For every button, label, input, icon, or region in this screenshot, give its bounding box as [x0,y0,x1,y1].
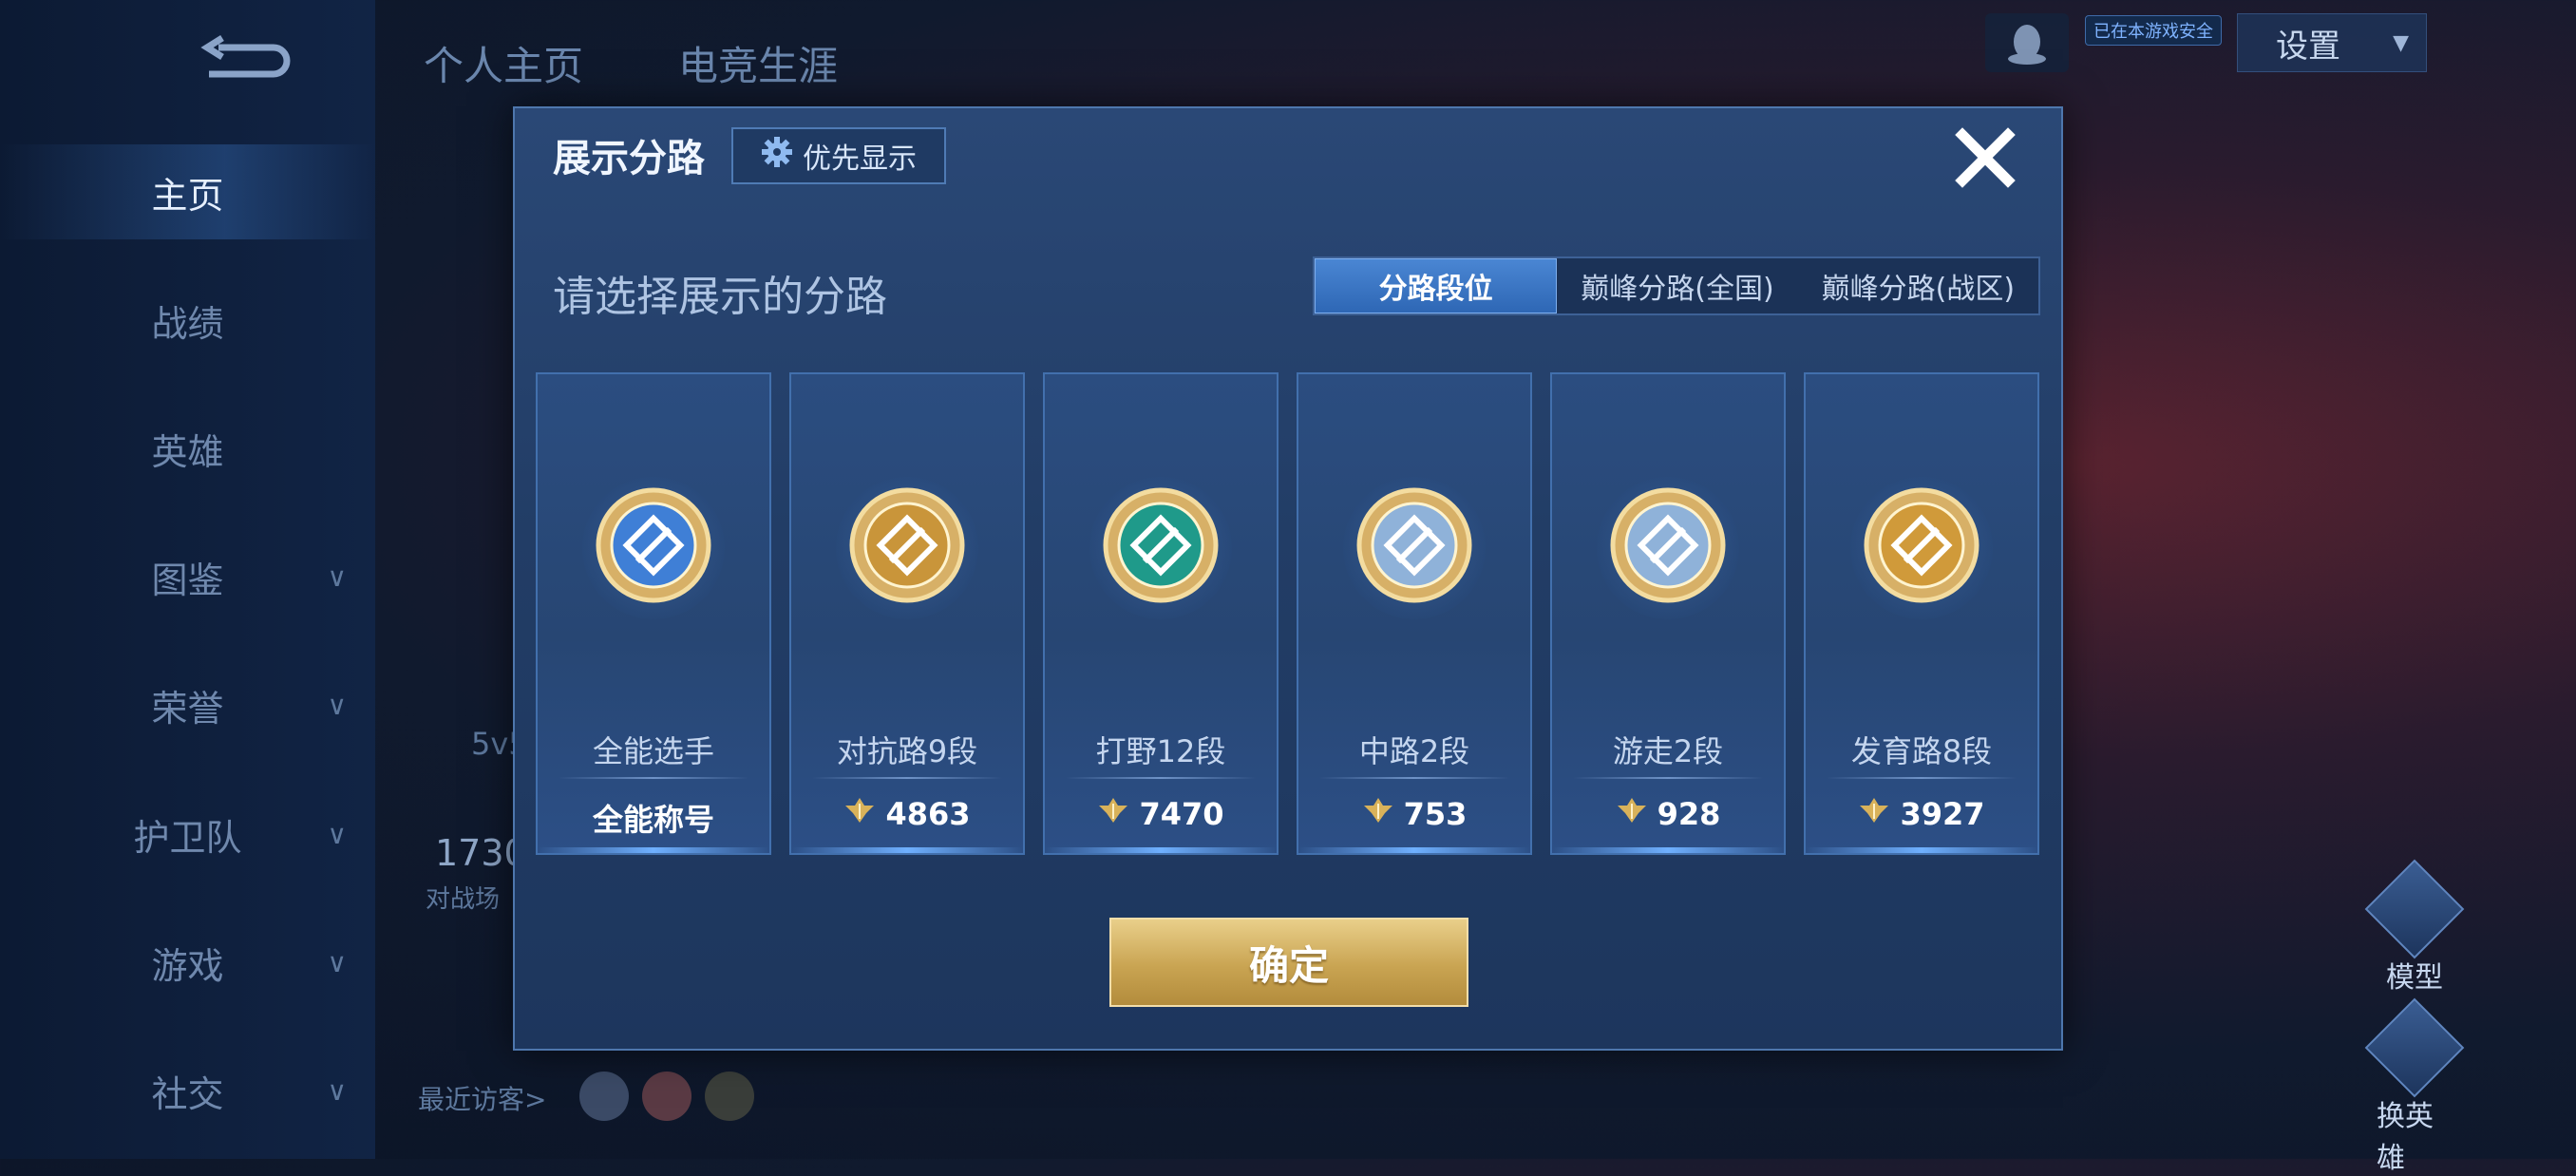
rank-points-icon [1097,796,1129,832]
qq-icon[interactable] [1985,13,2069,72]
model-label: 模型 [2386,961,2443,995]
tab-peak-national[interactable]: 巅峰分路(全国) [1557,258,1797,313]
settings-button[interactable]: 设置 ▼ [2237,13,2427,72]
mid-lane-badge-icon [1343,477,1486,619]
back-icon[interactable] [190,32,294,89]
rank-points-icon [1858,796,1890,832]
tab-profile[interactable]: 个人主页 [424,34,583,92]
tab-esports-career[interactable]: 电竞生涯 [678,34,838,92]
lane-rank-label: 发育路8段 [1850,733,1993,769]
recent-visitors-link[interactable]: 最近访客> [418,1079,546,1117]
security-tag: 已在本游戏安全 [2085,15,2222,46]
chevron-down-icon: ▼ [2393,30,2409,55]
divider [1319,777,1509,779]
confirm-button[interactable]: 确定 [1109,918,1468,1007]
lane-display-dialog: 展示分路 优先显示 请选择展示的分路 分路段位 巅峰分路(全国) 巅峰分路(战区… [513,106,2063,1051]
jungle-badge-icon [1089,477,1232,619]
sidebar-item[interactable]: 英雄 [0,401,375,496]
divider [1066,777,1256,779]
sidebar-item-label: 主页 [151,174,224,217]
sidebar-item-label: 社交 [151,1072,224,1115]
switch-hero-button[interactable]: 换英雄 [2364,997,2465,1176]
lane-card[interactable]: 中路2段 753 [1297,372,1532,855]
dialog-subtitle: 请选择展示的分路 [553,273,887,321]
lane-card[interactable]: 全能选手 全能称号 [536,372,771,855]
settings-label: 设置 [2276,27,2340,66]
sidebar-item[interactable]: 游戏 ∨ [0,915,375,1010]
lane-score-value: 753 [1403,796,1468,832]
model-button[interactable]: 模型 [2364,859,2465,996]
priority-display-label: 优先显示 [803,142,917,176]
lane-cards: 全能选手 全能称号 对抗路9段 4863 打野12段 7470 中路2段 753 游走2段 928… [536,372,2044,857]
divider [1573,777,1763,779]
sidebar-item-label: 游戏 [151,944,224,987]
divider [812,777,1002,779]
lane-score-value: 4863 [885,796,971,832]
farm-lane-badge-icon [1850,477,1993,619]
lane-rank-label: 打野12段 [1095,733,1226,769]
sidebar-item[interactable]: 图鉴 ∨ [0,529,375,624]
rank-points-icon [843,796,876,832]
chevron-down-icon: ∨ [327,1074,348,1107]
close-icon[interactable] [1947,120,2023,196]
rank-points-icon [1362,796,1394,832]
clash-lane-badge-icon [836,477,978,619]
lane-rank-label: 中路2段 [1358,733,1470,769]
switch-hero-label: 换英雄 [2377,1100,2434,1175]
tab-peak-region[interactable]: 巅峰分路(战区) [1798,258,2038,313]
sidebar-item[interactable]: 荣誉 ∨ [0,657,375,752]
match-count-label: 对战场 [426,885,501,914]
lane-score-value: 全能称号 [592,802,714,838]
lane-score: 7470 [1045,796,1277,832]
lane-score-value: 7470 [1139,796,1224,832]
lane-rank-label: 对抗路9段 [836,733,978,769]
lane-rank-label: 全能选手 [592,733,714,769]
sidebar-item-label: 图鉴 [151,559,224,601]
sidebar-item-label: 英雄 [151,430,224,473]
lane-score: 753 [1298,796,1530,832]
roam-badge-icon [1597,477,1739,619]
rank-points-icon [1616,796,1648,832]
switch-hero-icon [2364,997,2465,1098]
lane-score-value: 928 [1657,796,1721,832]
chevron-down-icon: ∨ [327,946,348,978]
lane-score-value: 3927 [1900,796,1985,832]
lane-rank-label: 游走2段 [1612,733,1724,769]
dialog-title: 展示分路 [553,137,705,180]
ranking-type-tabs: 分路段位 巅峰分路(全国) 巅峰分路(战区) [1313,256,2040,315]
sidebar-item-label: 荣誉 [151,687,224,730]
chevron-down-icon: ∨ [327,818,348,850]
sidebar-item[interactable]: 护卫队 ∨ [0,787,375,882]
visitor-avatar[interactable] [642,1072,691,1121]
lane-score: 3927 [1806,796,2037,832]
sidebar: 主页战绩英雄图鉴 ∨ 荣誉 ∨ 护卫队 ∨ 游戏 ∨ 社交 ∨ [0,0,375,1159]
chevron-down-icon: ∨ [327,689,348,721]
sidebar-item-label: 战绩 [151,302,224,345]
sidebar-item[interactable]: 社交 ∨ [0,1043,375,1138]
sidebar-item-label: 护卫队 [133,816,242,859]
sidebar-item[interactable]: 战绩 [0,273,375,368]
lane-card[interactable]: 对抗路9段 4863 [789,372,1025,855]
lane-card[interactable]: 游走2段 928 [1550,372,1786,855]
lane-score: 全能称号 [538,796,769,840]
all-round-badge-icon [582,477,725,619]
visitor-avatar[interactable] [579,1072,629,1121]
tab-lane-rank[interactable]: 分路段位 [1315,258,1558,313]
divider [559,777,748,779]
gear-icon [761,136,793,176]
divider [1827,777,2017,779]
lane-card[interactable]: 发育路8段 3927 [1804,372,2039,855]
lane-score: 928 [1552,796,1784,832]
lane-card[interactable]: 打野12段 7470 [1043,372,1279,855]
priority-display-button[interactable]: 优先显示 [731,127,946,184]
sidebar-item[interactable]: 主页 [0,144,375,239]
lane-score: 4863 [791,796,1023,832]
model-icon [2364,859,2465,959]
chevron-down-icon: ∨ [327,560,348,593]
visitor-avatar[interactable] [705,1072,754,1121]
